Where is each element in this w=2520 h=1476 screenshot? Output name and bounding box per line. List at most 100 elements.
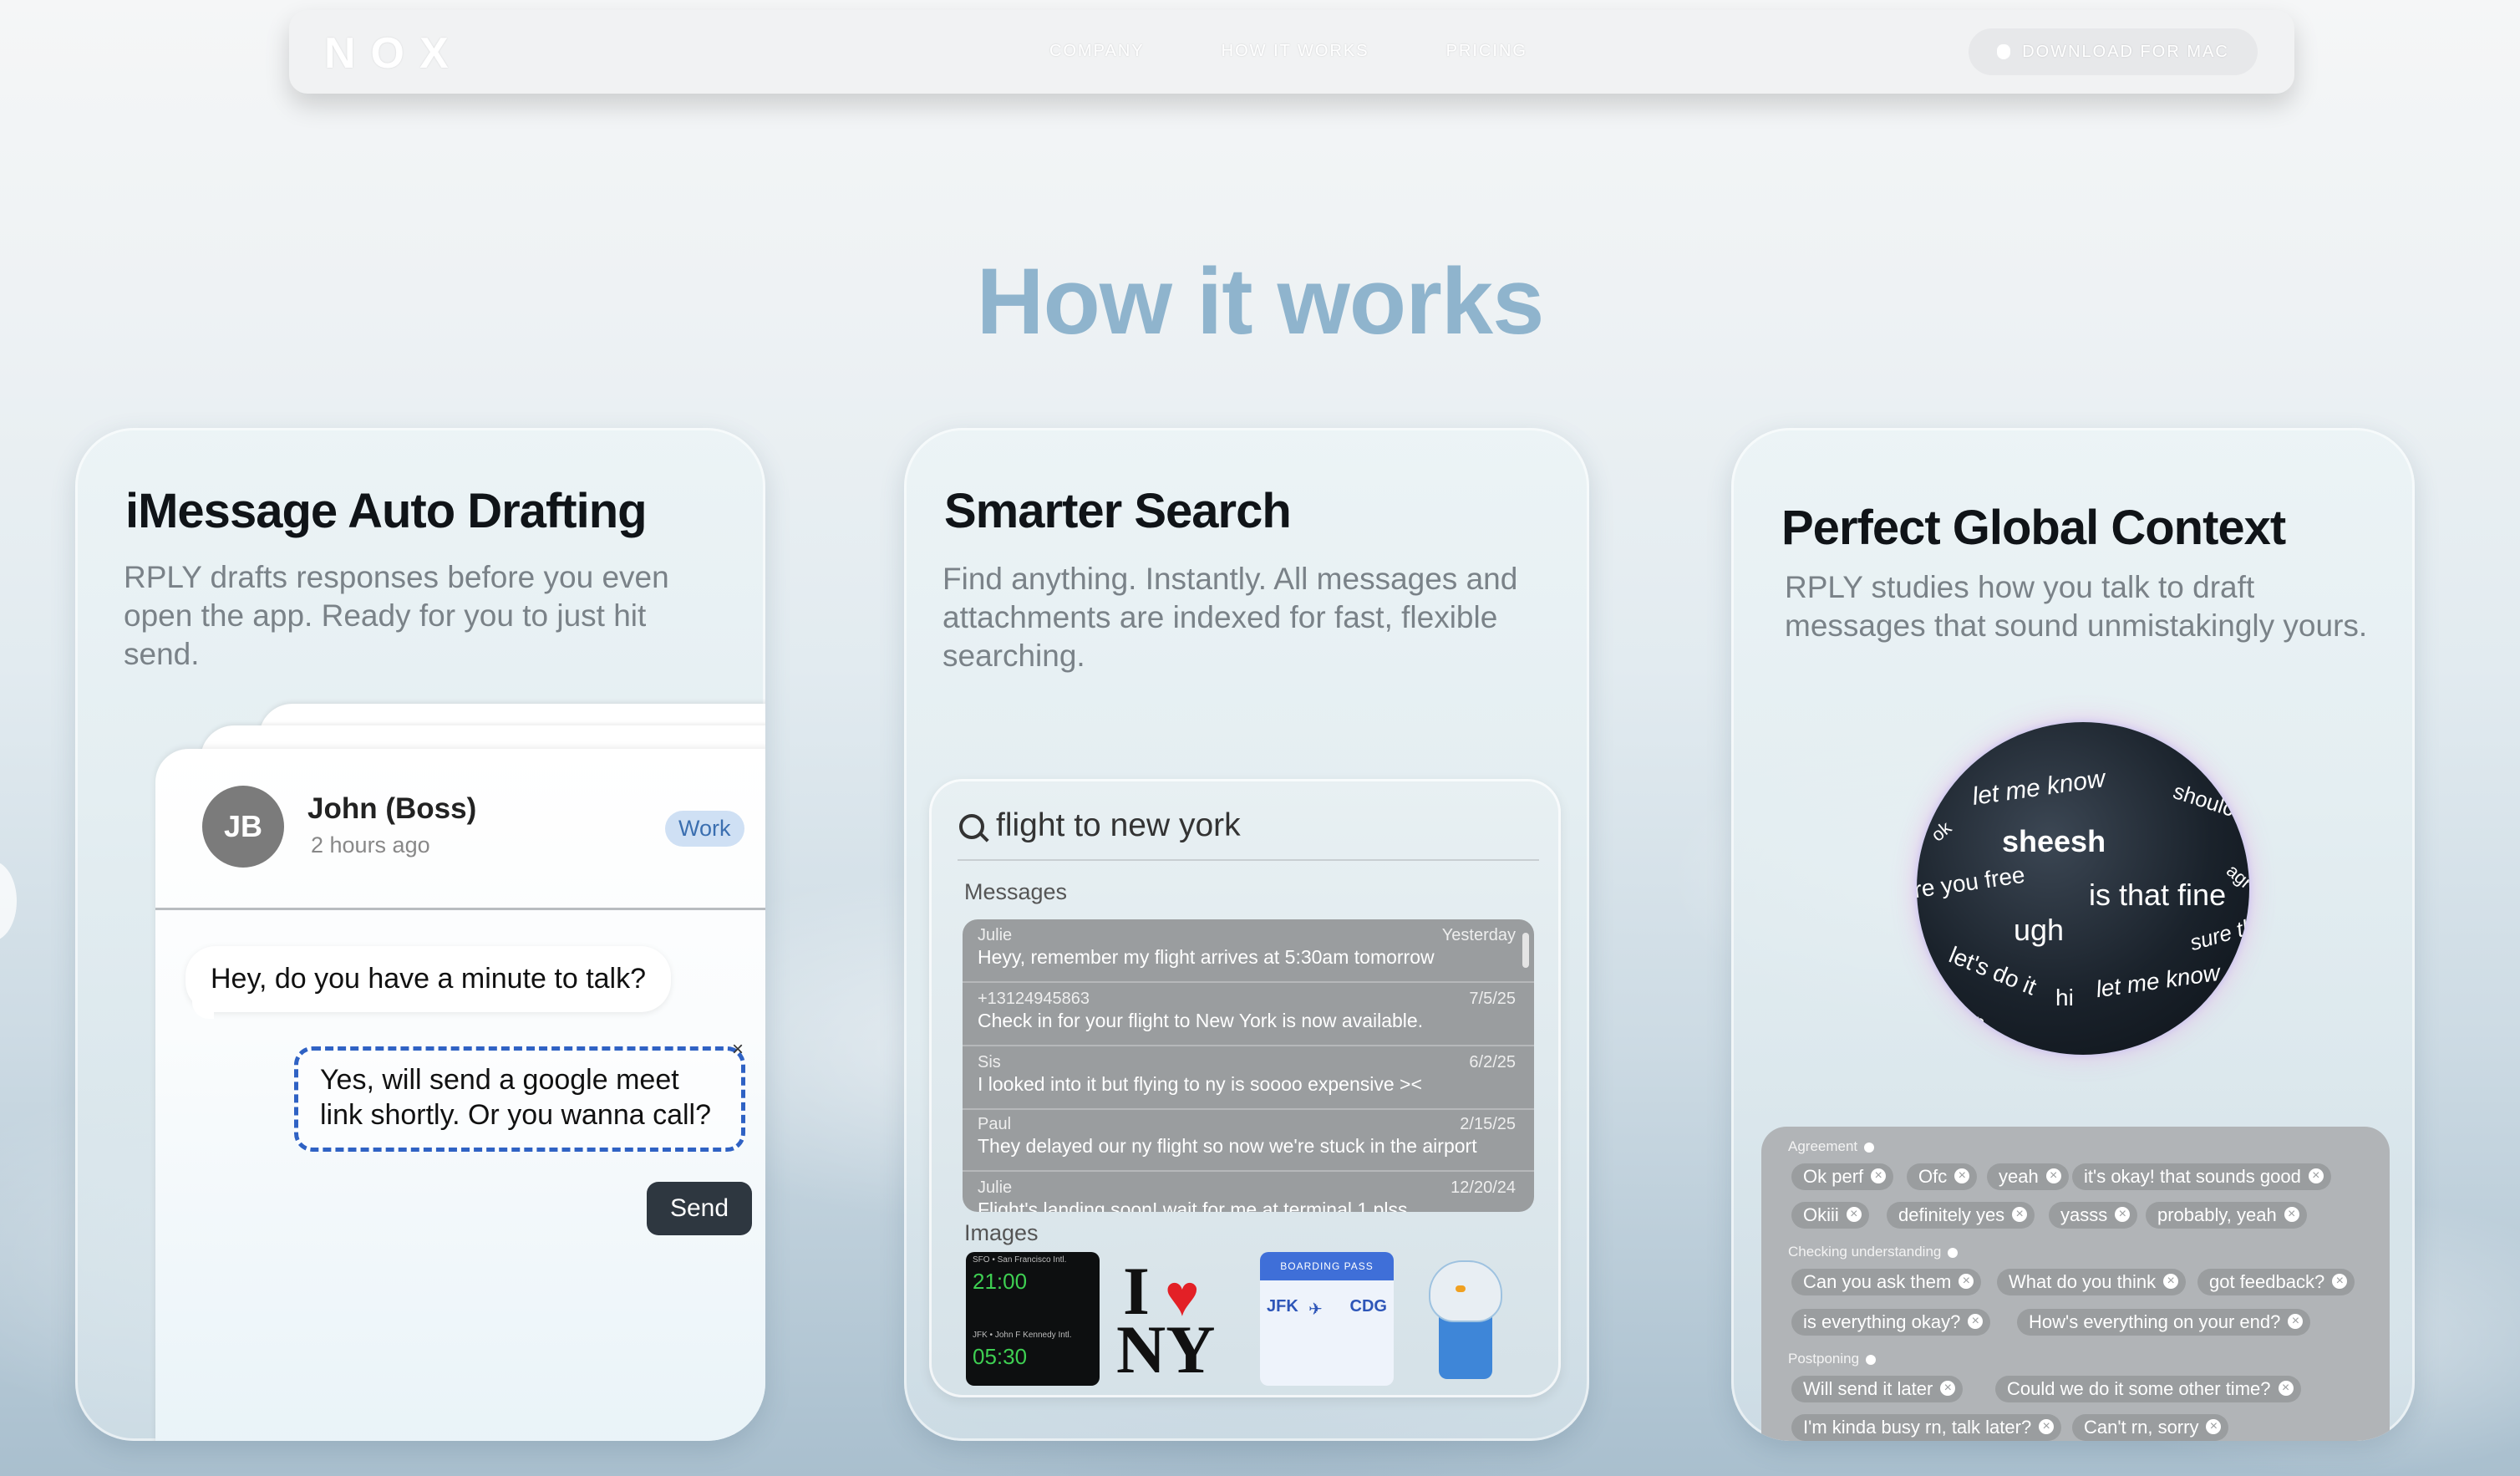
sphere-word: shoulc	[2170, 778, 2238, 822]
card-title: iMessage Auto Drafting	[125, 484, 648, 538]
bird-mascot-icon	[1429, 1260, 1502, 1322]
contact-tag-badge: Work	[665, 811, 744, 847]
sender-name: Julie	[978, 926, 1013, 944]
incoming-message-bubble: Hey, do you have a minute to talk?	[185, 946, 672, 1019]
flight-destination-label: JFK • John F Kennedy Intl.	[973, 1331, 1072, 1340]
plane-icon: ✈	[1308, 1300, 1323, 1319]
message-snippet: Heyy, remember my flight arrives at 5:30…	[978, 946, 1435, 968]
i-love-ny-image[interactable]: I ♥ NY	[1116, 1252, 1240, 1386]
apple-icon	[1997, 44, 2011, 59]
phrase-tag-chip[interactable]: I'm kinda busy rn, talk later?	[1791, 1414, 2062, 1441]
phrase-tag-chip[interactable]: Can you ask them	[1791, 1269, 1982, 1295]
message-result-row[interactable]: Julie Yesterday Heyy, remember my flight…	[963, 919, 1534, 983]
sphere-word: is that fine	[2089, 878, 2227, 912]
sphere-word: let's do it	[1945, 941, 2040, 1000]
phrase-tag-chip[interactable]: Ofc	[1907, 1163, 1978, 1190]
sphere-word: sure thi	[2187, 911, 2249, 956]
airport-code: JFK	[1267, 1297, 1298, 1316]
info-icon[interactable]	[1866, 1354, 1877, 1365]
card-description: RPLY studies how you talk to draft messa…	[1785, 570, 2368, 643]
scrollbar-thumb[interactable]	[1522, 933, 1529, 968]
message-snippet: Flight's landing soon! wait for me at te…	[978, 1199, 1408, 1212]
feature-card-auto-drafting: iMessage Auto Drafting RPLY drafts respo…	[75, 428, 765, 1441]
sphere-word: agr	[2223, 859, 2249, 893]
download-for-mac-button[interactable]: DOWNLOAD FOR MAC	[1969, 28, 2258, 75]
search-input[interactable]: flight to new york	[996, 807, 1241, 844]
phrase-tag-chip[interactable]: Can't rn, sorry	[2072, 1414, 2229, 1441]
nav-link-how-it-works[interactable]: HOW IT WORKS	[1222, 42, 1369, 61]
draft-reply-bubble[interactable]: Yes, will send a google meet link shortl…	[294, 1046, 745, 1152]
sender-name: Paul	[978, 1115, 1012, 1133]
phrase-tag-chip[interactable]: yeah	[1987, 1163, 2069, 1190]
search-panel: flight to new york Messages Julie Yester…	[929, 779, 1561, 1397]
info-icon[interactable]	[1948, 1247, 1959, 1258]
tag-group-label: Postponing	[1788, 1351, 1877, 1367]
download-button-label: DOWNLOAD FOR MAC	[2022, 42, 2229, 61]
message-snippet: I looked into it but flying to ny is soo…	[978, 1073, 1422, 1095]
sphere-word: then	[1947, 997, 1989, 1034]
dismiss-draft-icon[interactable]: ×	[732, 1038, 744, 1061]
message-result-row[interactable]: +13124945863 7/5/25 Check in for your fl…	[963, 983, 1534, 1046]
sphere-word: sheesh	[2002, 824, 2106, 858]
message-date: Yesterday	[1441, 926, 1516, 944]
nox-logo[interactable]: NOX	[324, 28, 464, 79]
flight-time: 05:30	[973, 1344, 1028, 1369]
sphere-word: let me know	[2094, 959, 2222, 1003]
nav-link-company[interactable]: COMPANY	[1049, 42, 1145, 61]
carousel-edge-handle[interactable]	[0, 861, 17, 941]
airport-code: CDG	[1349, 1297, 1387, 1316]
tag-group-title: Agreement	[1788, 1138, 1858, 1154]
card-description: Find anything. Instantly. All messages a…	[942, 562, 1518, 673]
sender-name: Sis	[978, 1053, 1001, 1071]
flight-widget-image[interactable]: SFO • San Francisco Intl. 21:00 JFK • Jo…	[966, 1252, 1100, 1386]
tag-group-title: Checking understanding	[1788, 1244, 1942, 1260]
tag-group-title: Postponing	[1788, 1351, 1860, 1367]
flight-origin-label: SFO • San Francisco Intl.	[973, 1255, 1067, 1265]
sphere-word: hi	[2055, 985, 2074, 1010]
send-button[interactable]: Send	[647, 1182, 752, 1235]
phrase-tag-chip[interactable]: How's everything on your end?	[2017, 1309, 2311, 1336]
phrase-tag-chip[interactable]: Will send it later	[1791, 1376, 1964, 1402]
message-result-row[interactable]: Sis 6/2/25 I looked into it but flying t…	[963, 1046, 1534, 1110]
sender-name: +13124945863	[978, 990, 1090, 1008]
phrase-sphere: let me know shoulc ok sheesh re you free…	[1917, 722, 2249, 1055]
card-description: RPLY drafts responses before you even op…	[124, 560, 669, 671]
message-result-row[interactable]: Julie 12/20/24 Flight's landing soon! wa…	[963, 1172, 1534, 1212]
message-time: 2 hours ago	[311, 832, 430, 858]
sphere-word: let me know	[1970, 765, 2107, 811]
message-snippet: Check in for your flight to New York is …	[978, 1010, 1424, 1031]
phrase-tag-chip[interactable]: Okiii	[1791, 1202, 1869, 1229]
feature-card-global-context: Perfect Global Context RPLY studies how …	[1731, 428, 2415, 1441]
contact-name: John (Boss)	[307, 792, 477, 825]
sender-name: Julie	[978, 1178, 1013, 1197]
phrase-tag-chip[interactable]: yasss	[2049, 1202, 2138, 1229]
phrase-tag-chip[interactable]: Ok perf	[1791, 1163, 1894, 1190]
boarding-pass-header: BOARDING PASS	[1260, 1252, 1394, 1280]
divider	[155, 908, 765, 910]
message-results-list: Julie Yesterday Heyy, remember my flight…	[963, 919, 1534, 1212]
message-snippet: They delayed our ny flight so now we're …	[978, 1135, 1477, 1157]
phrase-tag-chip[interactable]: it's okay! that sounds good	[2072, 1163, 2331, 1190]
phrase-tag-chip[interactable]: is everything okay?	[1791, 1309, 1991, 1336]
images-section-label: Images	[964, 1220, 1039, 1245]
info-icon[interactable]	[1864, 1142, 1875, 1153]
image-results: SFO • San Francisco Intl. 21:00 JFK • Jo…	[966, 1252, 1534, 1387]
phrase-tag-chip[interactable]: definitely yes	[1887, 1202, 2035, 1229]
flight-time: 21:00	[973, 1269, 1028, 1294]
avatar: JB	[202, 786, 284, 868]
card-title: Perfect Global Context	[1781, 501, 2286, 555]
nav-link-pricing[interactable]: PRICING	[1446, 42, 1527, 61]
phrase-tag-chip[interactable]: got feedback?	[2197, 1269, 2355, 1295]
message-result-row[interactable]: Paul 2/15/25 They delayed our ny flight …	[963, 1108, 1534, 1172]
message-date: 6/2/25	[1469, 1053, 1516, 1071]
phrase-tag-chip[interactable]: Could we do it some other time?	[1995, 1376, 2301, 1402]
travel-mascot-image[interactable]	[1417, 1252, 1517, 1386]
boarding-pass-image[interactable]: BOARDING PASS JFK ✈ CDG	[1260, 1252, 1394, 1386]
phrase-tag-chip[interactable]: probably, yeah	[2146, 1202, 2307, 1229]
card-title: Smarter Search	[944, 484, 1292, 538]
tone-tags-panel: Agreement Ok perf Ofc yeah it's okay! th…	[1761, 1127, 2390, 1441]
phrase-tag-chip[interactable]: What do you think	[1997, 1269, 2187, 1295]
tag-group-label: Checking understanding	[1788, 1244, 1959, 1260]
search-icon	[959, 814, 984, 839]
sphere-word: ugh	[2014, 913, 2065, 947]
